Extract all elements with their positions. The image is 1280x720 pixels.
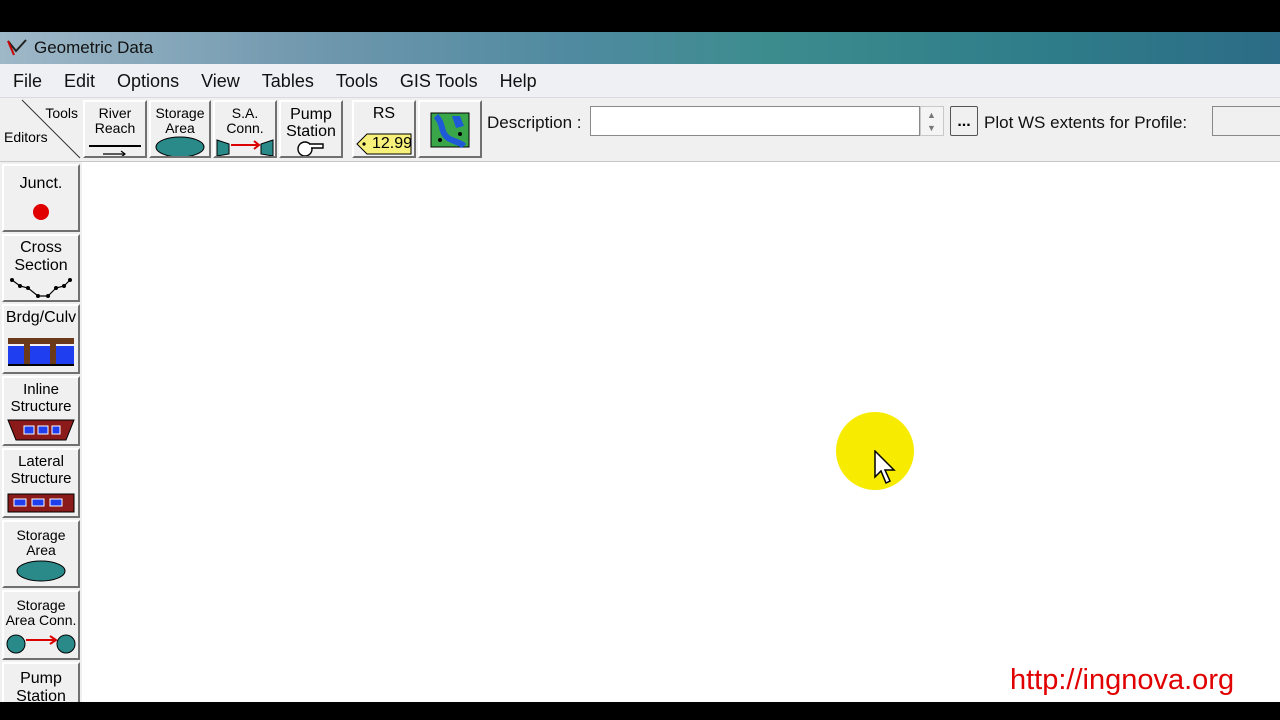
menu-tables[interactable]: Tables	[251, 64, 325, 98]
storage-area-icon	[155, 136, 205, 156]
bridge-culvert-editor-label: Brdg/Culv	[5, 309, 77, 326]
junction-editor-label: Junct.	[19, 175, 63, 192]
pump-station-editor-button[interactable]: Pump Station	[2, 662, 80, 706]
bridge-culvert-icon	[8, 338, 74, 366]
editors-label: Editors	[4, 129, 48, 145]
storage-area-tool-label: Storage Area	[155, 105, 205, 136]
tools-label: Tools	[45, 105, 78, 121]
river-station-label: RS	[372, 105, 396, 122]
window-title-bar: Geometric Data	[0, 32, 1280, 64]
watermark-url: http://ingnova.org	[1010, 664, 1235, 696]
background-map-button[interactable]	[418, 100, 482, 158]
description-spinner[interactable]: ▲ ▼	[920, 106, 944, 136]
cross-section-editor-label: Cross Section	[14, 239, 68, 274]
river-reach-label: River Reach	[94, 105, 136, 136]
junction-icon	[33, 204, 49, 220]
bridge-culvert-editor-button[interactable]: Brdg/Culv	[2, 304, 80, 374]
spinner-up-icon: ▲	[927, 110, 936, 120]
window-title: Geometric Data	[34, 38, 154, 57]
river-station-tool-button[interactable]: RS 12.99	[352, 100, 416, 158]
pump-station-tool-button[interactable]: Pump Station	[279, 100, 343, 158]
editors-sidebar: Junct. Cross Section Brdg/Culv Inline St…	[0, 162, 82, 706]
pump-station-tool-label: Pump Station	[286, 106, 336, 140]
tools-toolbar: Tools Editors River Reach Storage Area S…	[0, 98, 1280, 162]
screen-top-bar	[0, 0, 1280, 32]
menu-options[interactable]: Options	[106, 64, 190, 98]
sa-connection-tool-label: S.A. Conn.	[226, 105, 264, 136]
mouse-pointer-icon	[874, 450, 896, 485]
menu-file[interactable]: File	[2, 64, 53, 98]
pump-station-editor-label: Pump Station	[16, 670, 66, 705]
storage-area-conn-editor-button[interactable]: Storage Area Conn.	[2, 590, 80, 660]
lateral-structure-editor-button[interactable]: Lateral Structure	[2, 448, 80, 518]
river-reach-icon	[89, 145, 141, 156]
inline-structure-editor-label: Inline Structure	[10, 381, 72, 415]
tools-editors-corner: Tools Editors	[0, 98, 82, 160]
storage-area-tool-button[interactable]: Storage Area	[149, 100, 211, 158]
menu-gis-tools[interactable]: GIS Tools	[389, 64, 489, 98]
description-ellipsis-button[interactable]: ...	[950, 106, 978, 136]
lateral-structure-icon	[7, 493, 75, 513]
storage-area-editor-label: Storage Area	[16, 527, 66, 558]
background-map-icon	[430, 112, 470, 148]
description-input[interactable]	[590, 106, 920, 136]
junction-editor-button[interactable]: Junct.	[2, 164, 80, 232]
sa-connection-tool-button[interactable]: S.A. Conn.	[213, 100, 277, 158]
river-reach-button[interactable]: River Reach	[83, 100, 147, 158]
menu-edit[interactable]: Edit	[53, 64, 106, 98]
storage-area-icon	[16, 560, 66, 582]
hec-ras-app-icon	[4, 35, 30, 61]
lateral-structure-editor-label: Lateral Structure	[10, 453, 72, 487]
pump-station-icon	[297, 141, 324, 156]
inline-structure-editor-button[interactable]: Inline Structure	[2, 376, 80, 446]
menu-bar: File Edit Options View Tables Tools GIS …	[0, 64, 1280, 98]
spinner-down-icon: ▼	[927, 123, 936, 133]
cross-section-icon	[10, 278, 72, 298]
description-label: Description :	[487, 113, 582, 132]
menu-view[interactable]: View	[190, 64, 251, 98]
sa-connection-icon	[216, 139, 274, 156]
plot-ws-extents-label: Plot WS extents for Profile:	[984, 113, 1188, 132]
inline-structure-icon	[7, 419, 75, 441]
menu-tools[interactable]: Tools	[325, 64, 389, 98]
river-station-tag-value: 12.99	[372, 135, 413, 152]
storage-area-editor-button[interactable]: Storage Area	[2, 520, 80, 588]
profile-select[interactable]	[1212, 106, 1280, 136]
storage-area-conn-editor-label: Storage Area Conn.	[5, 597, 77, 628]
storage-area-conn-icon	[6, 634, 76, 654]
menu-help[interactable]: Help	[489, 64, 548, 98]
screen-bottom-bar	[0, 702, 1280, 720]
cross-section-editor-button[interactable]: Cross Section	[2, 234, 80, 302]
geometry-canvas[interactable]	[82, 162, 1280, 702]
